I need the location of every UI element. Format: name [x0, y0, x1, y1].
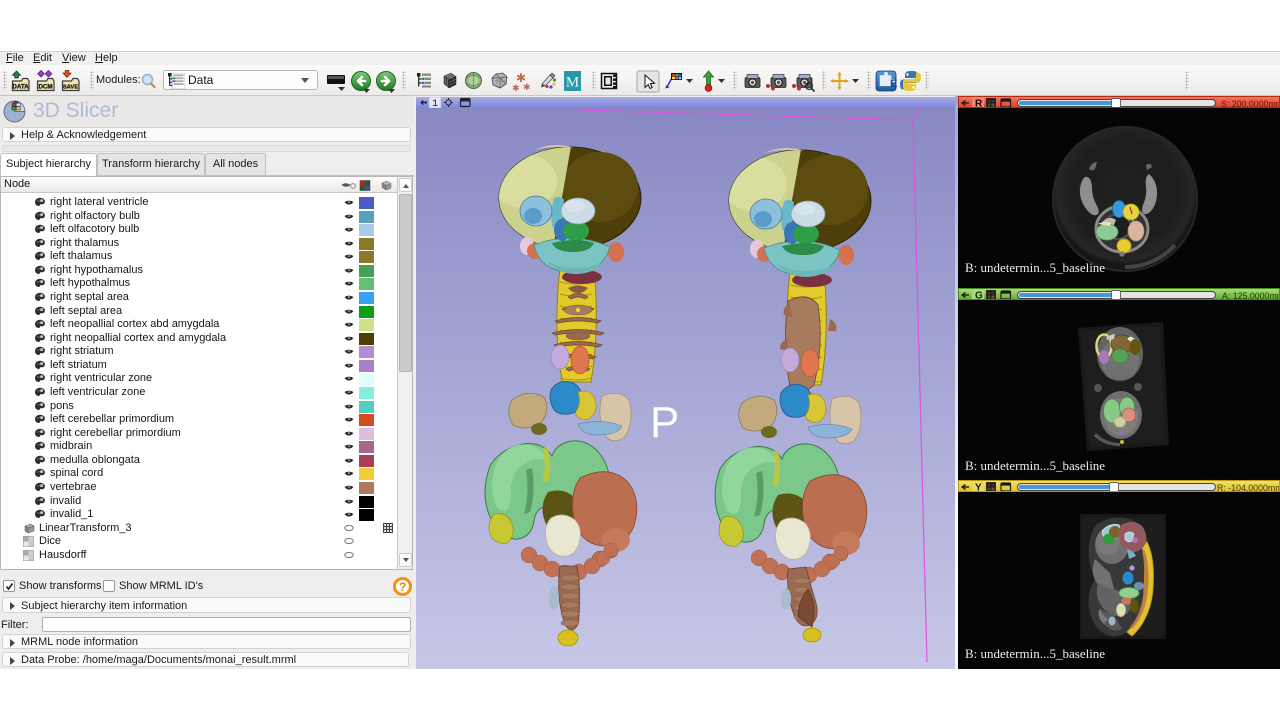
- svg-text:DATA: DATA: [12, 84, 29, 91]
- svg-text:SAVE: SAVE: [63, 85, 78, 91]
- svg-text:✱: ✱: [523, 82, 531, 92]
- svg-text:P: P: [650, 398, 679, 447]
- svg-text:M: M: [566, 75, 579, 91]
- svg-text:G: G: [975, 291, 983, 301]
- svg-text:Y: Y: [975, 483, 982, 493]
- svg-text:DCM: DCM: [38, 84, 52, 91]
- svg-text:E: E: [890, 78, 897, 90]
- svg-text:1: 1: [432, 99, 438, 108]
- svg-text:R: R: [975, 99, 983, 109]
- svg-text:✱: ✱: [512, 83, 520, 93]
